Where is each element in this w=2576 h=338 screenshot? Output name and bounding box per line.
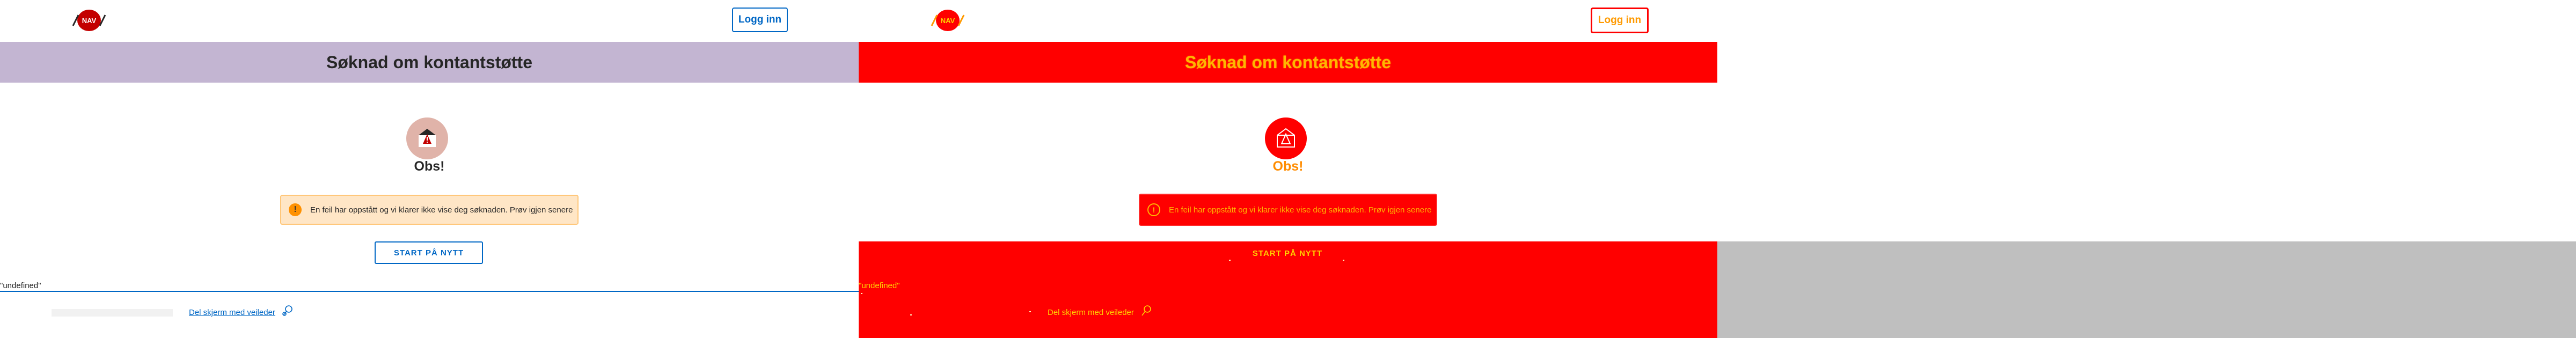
page-title-banner: Søknad om kontantstøtte	[859, 42, 1717, 83]
blank-grey-region	[1717, 241, 2576, 338]
envelope-warning-icon	[406, 117, 448, 159]
envelope-warning-icon	[1265, 117, 1307, 159]
login-button[interactable]: Logg inn	[1591, 8, 1649, 33]
page-title: Søknad om kontantstøtte	[326, 52, 532, 72]
error-alert: ! En feil har oppstått og vi klarer ikke…	[280, 195, 579, 225]
screen-share-icon[interactable]	[281, 305, 293, 317]
diff-speck	[1229, 260, 1231, 261]
error-alert: ! En feil har oppstått og vi klarer ikke…	[1139, 194, 1437, 226]
screen-share-icon[interactable]	[1140, 305, 1152, 317]
warning-circle-icon: !	[1147, 203, 1160, 216]
diff-speck	[1343, 260, 1344, 261]
screenshot-panel-original: NAV Logg inn Søknad om kontantstøtte Obs…	[0, 0, 859, 338]
undefined-text: "undefined"	[0, 281, 41, 290]
error-heading: Obs!	[414, 159, 445, 174]
diff-speck	[1029, 311, 1031, 312]
screenshot-panel-diff: NAV Logg inn Søknad om kontantstøtte Obs…	[859, 0, 1717, 338]
logo-text: NAV	[82, 17, 97, 25]
page-title: Søknad om kontantstøtte	[1184, 52, 1391, 72]
logo-text: NAV	[941, 17, 955, 25]
screenshot-panel-blank	[1717, 0, 2576, 338]
footer-divider	[0, 291, 859, 292]
restart-button[interactable]: START PÅ NYTT	[1233, 244, 1342, 263]
restart-button[interactable]: START PÅ NYTT	[375, 241, 483, 264]
error-heading: Obs!	[1272, 159, 1304, 174]
nav-logo-icon[interactable]: NAV	[928, 9, 967, 32]
diff-speck	[861, 293, 862, 294]
warning-circle-icon: !	[289, 203, 302, 216]
share-screen-link[interactable]: Del skjerm med veileder	[1048, 308, 1134, 317]
nav-logo-icon[interactable]: NAV	[70, 9, 108, 32]
page-title-banner: Søknad om kontantstøtte	[0, 42, 859, 83]
login-button[interactable]: Logg inn	[732, 8, 788, 32]
footer-placeholder-bar	[52, 309, 173, 317]
diff-speck	[910, 314, 912, 315]
alert-message: En feil har oppstått og vi klarer ikke v…	[1169, 205, 1432, 215]
undefined-text: "undefined"	[859, 281, 900, 290]
share-screen-link[interactable]: Del skjerm med veileder	[189, 308, 275, 317]
alert-message: En feil har oppstått og vi klarer ikke v…	[310, 205, 573, 215]
